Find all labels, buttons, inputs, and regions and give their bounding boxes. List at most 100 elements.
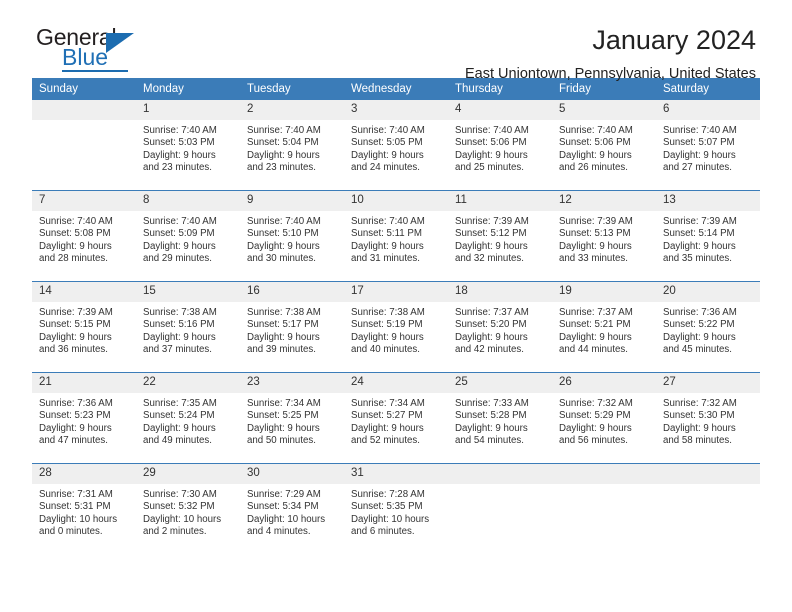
daylight-text-line2: and 27 minutes. <box>663 162 732 174</box>
day-cell[interactable] <box>656 463 760 554</box>
sunrise-text: Sunrise: 7:40 AM <box>559 125 633 136</box>
day-details: Sunrise: 7:28 AM Sunset: 5:35 PM Dayligh… <box>344 484 448 539</box>
day-cell[interactable]: 14 Sunrise: 7:39 AM Sunset: 5:15 PM Dayl… <box>32 281 136 373</box>
day-number: 4 <box>448 100 552 120</box>
day-cell[interactable]: 7 Sunrise: 7:40 AM Sunset: 5:08 PM Dayli… <box>32 190 136 282</box>
day-cell[interactable]: 11 Sunrise: 7:39 AM Sunset: 5:12 PM Dayl… <box>448 190 552 282</box>
daylight-text-line2: and 35 minutes. <box>663 253 732 265</box>
sunset-text: Sunset: 5:08 PM <box>39 228 111 240</box>
day-details: Sunrise: 7:30 AM Sunset: 5:32 PM Dayligh… <box>136 484 240 539</box>
day-cell[interactable]: 25 Sunrise: 7:33 AM Sunset: 5:28 PM Dayl… <box>448 372 552 464</box>
sunrise-text: Sunrise: 7:36 AM <box>663 307 737 318</box>
day-cell[interactable]: 4 Sunrise: 7:40 AM Sunset: 5:06 PM Dayli… <box>448 100 552 191</box>
day-number: 22 <box>136 373 240 393</box>
day-number: 25 <box>448 373 552 393</box>
week-row: 21 Sunrise: 7:36 AM Sunset: 5:23 PM Dayl… <box>32 372 760 464</box>
day-cell[interactable]: 20 Sunrise: 7:36 AM Sunset: 5:22 PM Dayl… <box>656 281 760 373</box>
day-cell[interactable]: 28 Sunrise: 7:31 AM Sunset: 5:31 PM Dayl… <box>32 463 136 554</box>
daylight-text-line1: Daylight: 10 hours <box>247 513 326 525</box>
sunrise-text: Sunrise: 7:32 AM <box>663 398 737 409</box>
day-cell[interactable] <box>552 463 656 554</box>
page-title: January 2024 <box>592 25 756 55</box>
daylight-text-line1: Daylight: 9 hours <box>351 149 424 161</box>
day-details: Sunrise: 7:34 AM Sunset: 5:27 PM Dayligh… <box>344 393 448 448</box>
sunset-text: Sunset: 5:25 PM <box>247 410 319 422</box>
sunset-text: Sunset: 5:24 PM <box>143 410 215 422</box>
day-cell[interactable]: 15 Sunrise: 7:38 AM Sunset: 5:16 PM Dayl… <box>136 281 240 373</box>
daylight-text-line2: and 40 minutes. <box>351 344 420 356</box>
sunrise-text: Sunrise: 7:40 AM <box>455 125 529 136</box>
day-cell[interactable]: 5 Sunrise: 7:40 AM Sunset: 5:06 PM Dayli… <box>552 100 656 191</box>
daylight-text-line1: Daylight: 10 hours <box>351 513 430 525</box>
day-number: 3 <box>344 100 448 120</box>
day-cell[interactable]: 8 Sunrise: 7:40 AM Sunset: 5:09 PM Dayli… <box>136 190 240 282</box>
day-number: 14 <box>32 282 136 302</box>
daylight-text-line2: and 56 minutes. <box>559 435 628 447</box>
day-number: 16 <box>240 282 344 302</box>
day-number: 21 <box>32 373 136 393</box>
sunrise-text: Sunrise: 7:28 AM <box>351 489 425 500</box>
sunset-text: Sunset: 5:10 PM <box>247 228 319 240</box>
sunrise-text: Sunrise: 7:40 AM <box>143 216 217 227</box>
day-cell[interactable]: 13 Sunrise: 7:39 AM Sunset: 5:14 PM Dayl… <box>656 190 760 282</box>
day-cell[interactable]: 16 Sunrise: 7:38 AM Sunset: 5:17 PM Dayl… <box>240 281 344 373</box>
day-number: 12 <box>552 191 656 211</box>
daylight-text-line1: Daylight: 9 hours <box>351 331 424 343</box>
day-details: Sunrise: 7:37 AM Sunset: 5:20 PM Dayligh… <box>448 302 552 357</box>
day-cell[interactable]: 10 Sunrise: 7:40 AM Sunset: 5:11 PM Dayl… <box>344 190 448 282</box>
sunset-text: Sunset: 5:22 PM <box>663 319 735 331</box>
day-cell[interactable]: 22 Sunrise: 7:35 AM Sunset: 5:24 PM Dayl… <box>136 372 240 464</box>
day-cell[interactable]: 9 Sunrise: 7:40 AM Sunset: 5:10 PM Dayli… <box>240 190 344 282</box>
daylight-text-line1: Daylight: 9 hours <box>143 331 216 343</box>
logo-underline-divider <box>62 70 128 72</box>
daylight-text-line1: Daylight: 9 hours <box>663 331 736 343</box>
sunrise-text: Sunrise: 7:39 AM <box>455 216 529 227</box>
sunset-text: Sunset: 5:06 PM <box>559 137 631 149</box>
daylight-text-line1: Daylight: 10 hours <box>39 513 118 525</box>
day-number: 2 <box>240 100 344 120</box>
day-cell[interactable]: 2 Sunrise: 7:40 AM Sunset: 5:04 PM Dayli… <box>240 100 344 191</box>
day-cell[interactable]: 12 Sunrise: 7:39 AM Sunset: 5:13 PM Dayl… <box>552 190 656 282</box>
day-cell[interactable]: 26 Sunrise: 7:32 AM Sunset: 5:29 PM Dayl… <box>552 372 656 464</box>
sunset-text: Sunset: 5:32 PM <box>143 501 215 513</box>
week-row: 14 Sunrise: 7:39 AM Sunset: 5:15 PM Dayl… <box>32 281 760 373</box>
daylight-text-line2: and 44 minutes. <box>559 344 628 356</box>
daylight-text-line2: and 28 minutes. <box>39 253 108 265</box>
sunrise-text: Sunrise: 7:37 AM <box>455 307 529 318</box>
day-cell[interactable]: 21 Sunrise: 7:36 AM Sunset: 5:23 PM Dayl… <box>32 372 136 464</box>
day-cell[interactable]: 1 Sunrise: 7:40 AM Sunset: 5:03 PM Dayli… <box>136 100 240 191</box>
daylight-text-line2: and 42 minutes. <box>455 344 524 356</box>
day-cell[interactable]: 23 Sunrise: 7:34 AM Sunset: 5:25 PM Dayl… <box>240 372 344 464</box>
sunset-text: Sunset: 5:34 PM <box>247 501 319 513</box>
day-cell[interactable]: 31 Sunrise: 7:28 AM Sunset: 5:35 PM Dayl… <box>344 463 448 554</box>
week-row: 7 Sunrise: 7:40 AM Sunset: 5:08 PM Dayli… <box>32 190 760 282</box>
daylight-text-line2: and 25 minutes. <box>455 162 524 174</box>
day-cell[interactable]: 3 Sunrise: 7:40 AM Sunset: 5:05 PM Dayli… <box>344 100 448 191</box>
day-cell[interactable]: 19 Sunrise: 7:37 AM Sunset: 5:21 PM Dayl… <box>552 281 656 373</box>
sunrise-text: Sunrise: 7:40 AM <box>351 216 425 227</box>
day-cell[interactable]: 6 Sunrise: 7:40 AM Sunset: 5:07 PM Dayli… <box>656 100 760 191</box>
day-details: Sunrise: 7:40 AM Sunset: 5:06 PM Dayligh… <box>552 120 656 175</box>
day-cell[interactable] <box>32 100 136 191</box>
daylight-text-line1: Daylight: 10 hours <box>143 513 222 525</box>
day-details: Sunrise: 7:35 AM Sunset: 5:24 PM Dayligh… <box>136 393 240 448</box>
day-cell[interactable]: 24 Sunrise: 7:34 AM Sunset: 5:27 PM Dayl… <box>344 372 448 464</box>
sunset-text: Sunset: 5:06 PM <box>455 137 527 149</box>
sunset-text: Sunset: 5:11 PM <box>351 228 422 240</box>
daylight-text-line2: and 39 minutes. <box>247 344 316 356</box>
day-details: Sunrise: 7:38 AM Sunset: 5:16 PM Dayligh… <box>136 302 240 357</box>
daylight-text-line1: Daylight: 9 hours <box>39 240 112 252</box>
sunset-text: Sunset: 5:16 PM <box>143 319 215 331</box>
daylight-text-line2: and 58 minutes. <box>663 435 732 447</box>
day-cell[interactable]: 17 Sunrise: 7:38 AM Sunset: 5:19 PM Dayl… <box>344 281 448 373</box>
day-number: 23 <box>240 373 344 393</box>
day-cell[interactable]: 27 Sunrise: 7:32 AM Sunset: 5:30 PM Dayl… <box>656 372 760 464</box>
day-details: Sunrise: 7:36 AM Sunset: 5:22 PM Dayligh… <box>656 302 760 357</box>
day-cell[interactable]: 29 Sunrise: 7:30 AM Sunset: 5:32 PM Dayl… <box>136 463 240 554</box>
general-blue-logo[interactable]: General Blue <box>36 26 156 72</box>
day-cell[interactable]: 30 Sunrise: 7:29 AM Sunset: 5:34 PM Dayl… <box>240 463 344 554</box>
day-cell[interactable] <box>448 463 552 554</box>
sunset-text: Sunset: 5:31 PM <box>39 501 111 513</box>
day-cell[interactable]: 18 Sunrise: 7:37 AM Sunset: 5:20 PM Dayl… <box>448 281 552 373</box>
daylight-text-line1: Daylight: 9 hours <box>143 149 216 161</box>
